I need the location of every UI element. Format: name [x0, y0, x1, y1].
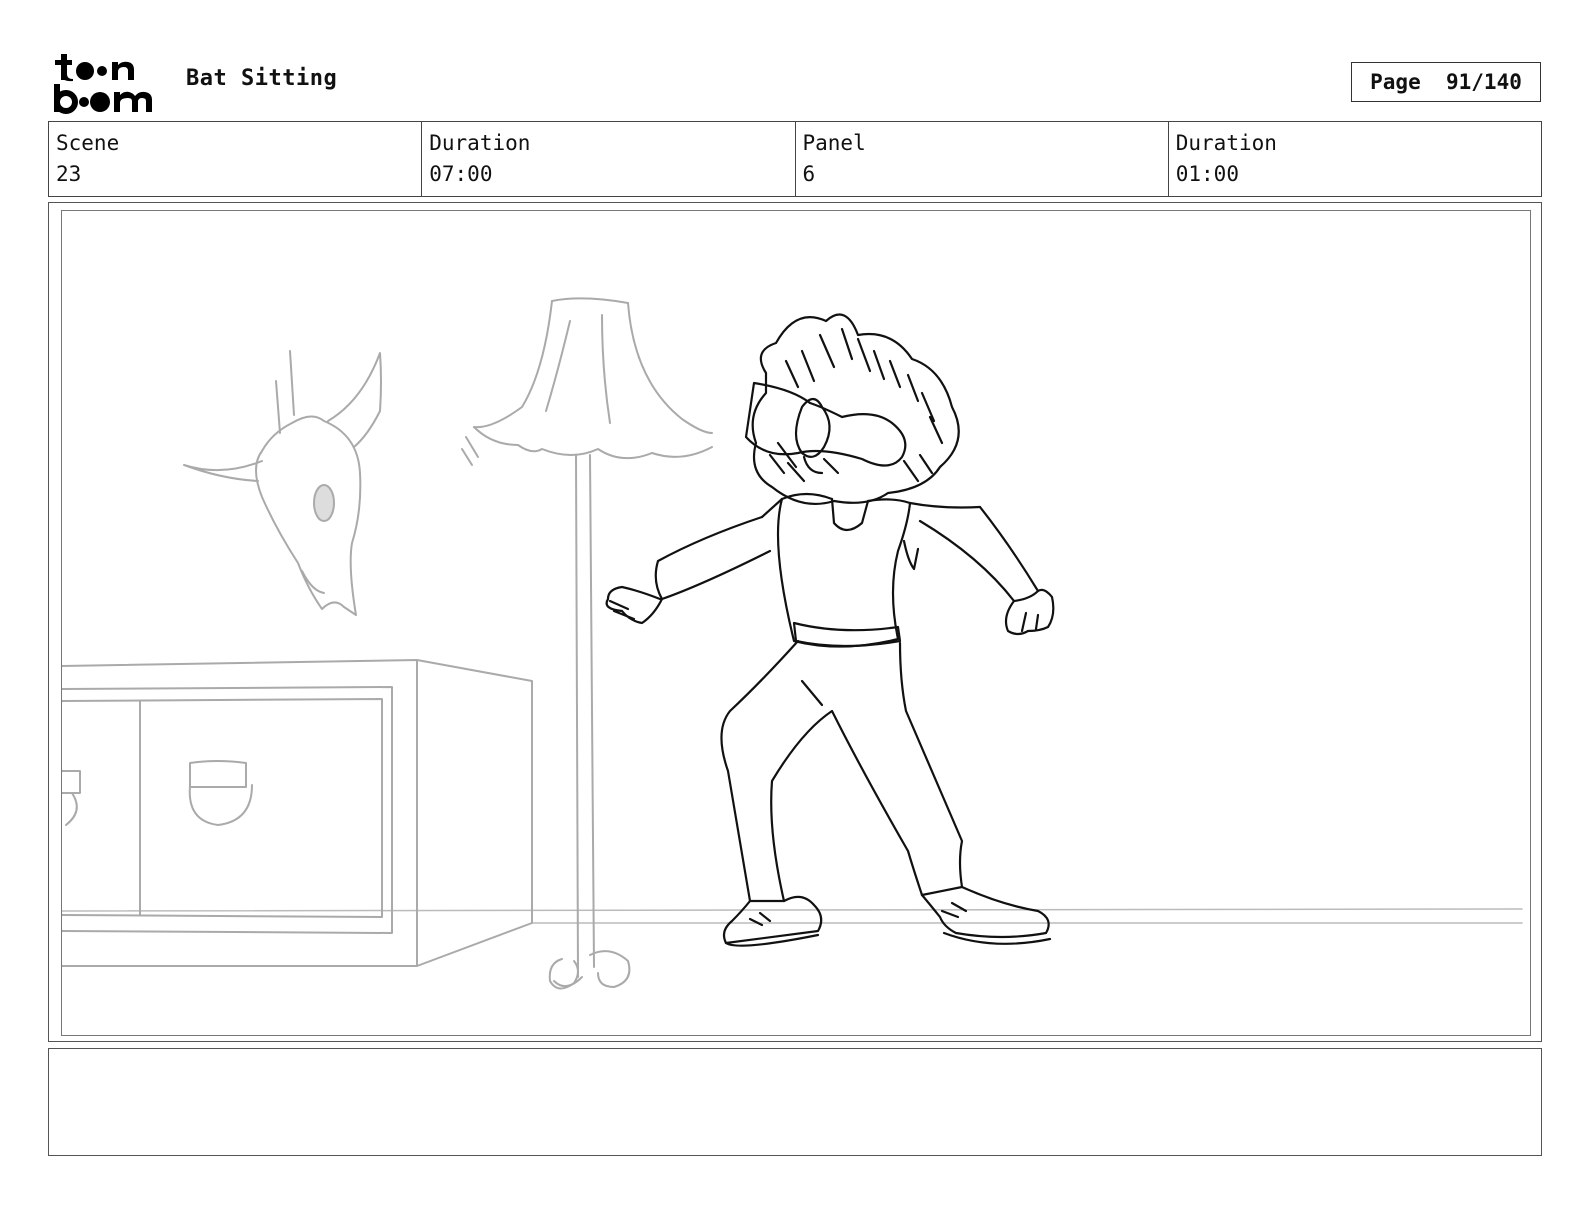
storyboard-panel-image — [61, 210, 1531, 1036]
scene-label: Scene — [56, 131, 120, 155]
panel-label: Panel — [802, 131, 866, 155]
cabinet-sketch — [62, 659, 533, 967]
sketch-drawing — [62, 297, 1523, 990]
scene-duration-cell: Duration 07:00 — [422, 122, 796, 196]
panel-duration-label: Duration — [1175, 131, 1277, 155]
storyboard-panel-frame — [48, 202, 1542, 1042]
scene-duration-value: 07:00 — [429, 162, 493, 186]
character-sketch — [605, 313, 1055, 947]
cow-skull-sketch — [183, 350, 382, 616]
panel-duration-cell: Duration 01:00 — [1169, 122, 1541, 196]
panel-value: 6 — [802, 162, 816, 186]
scene-duration-label: Duration — [429, 131, 531, 155]
panel-duration-value: 01:00 — [1175, 162, 1239, 186]
floor-lamp-sketch — [461, 297, 713, 990]
page-number: Page 91/140 — [1351, 62, 1541, 102]
scene-cell: Scene 23 — [49, 122, 423, 196]
scene-value: 23 — [56, 162, 82, 186]
panel-cell: Panel 6 — [796, 122, 1169, 196]
toon-boom-logo — [52, 52, 164, 114]
project-title: Bat Sitting — [186, 66, 338, 91]
scene-info-row: Scene 23 Duration 07:00 Panel 6 Duration… — [48, 121, 1542, 197]
panel-notes-box — [48, 1048, 1542, 1156]
toon-boom-logo-icon — [54, 54, 152, 114]
